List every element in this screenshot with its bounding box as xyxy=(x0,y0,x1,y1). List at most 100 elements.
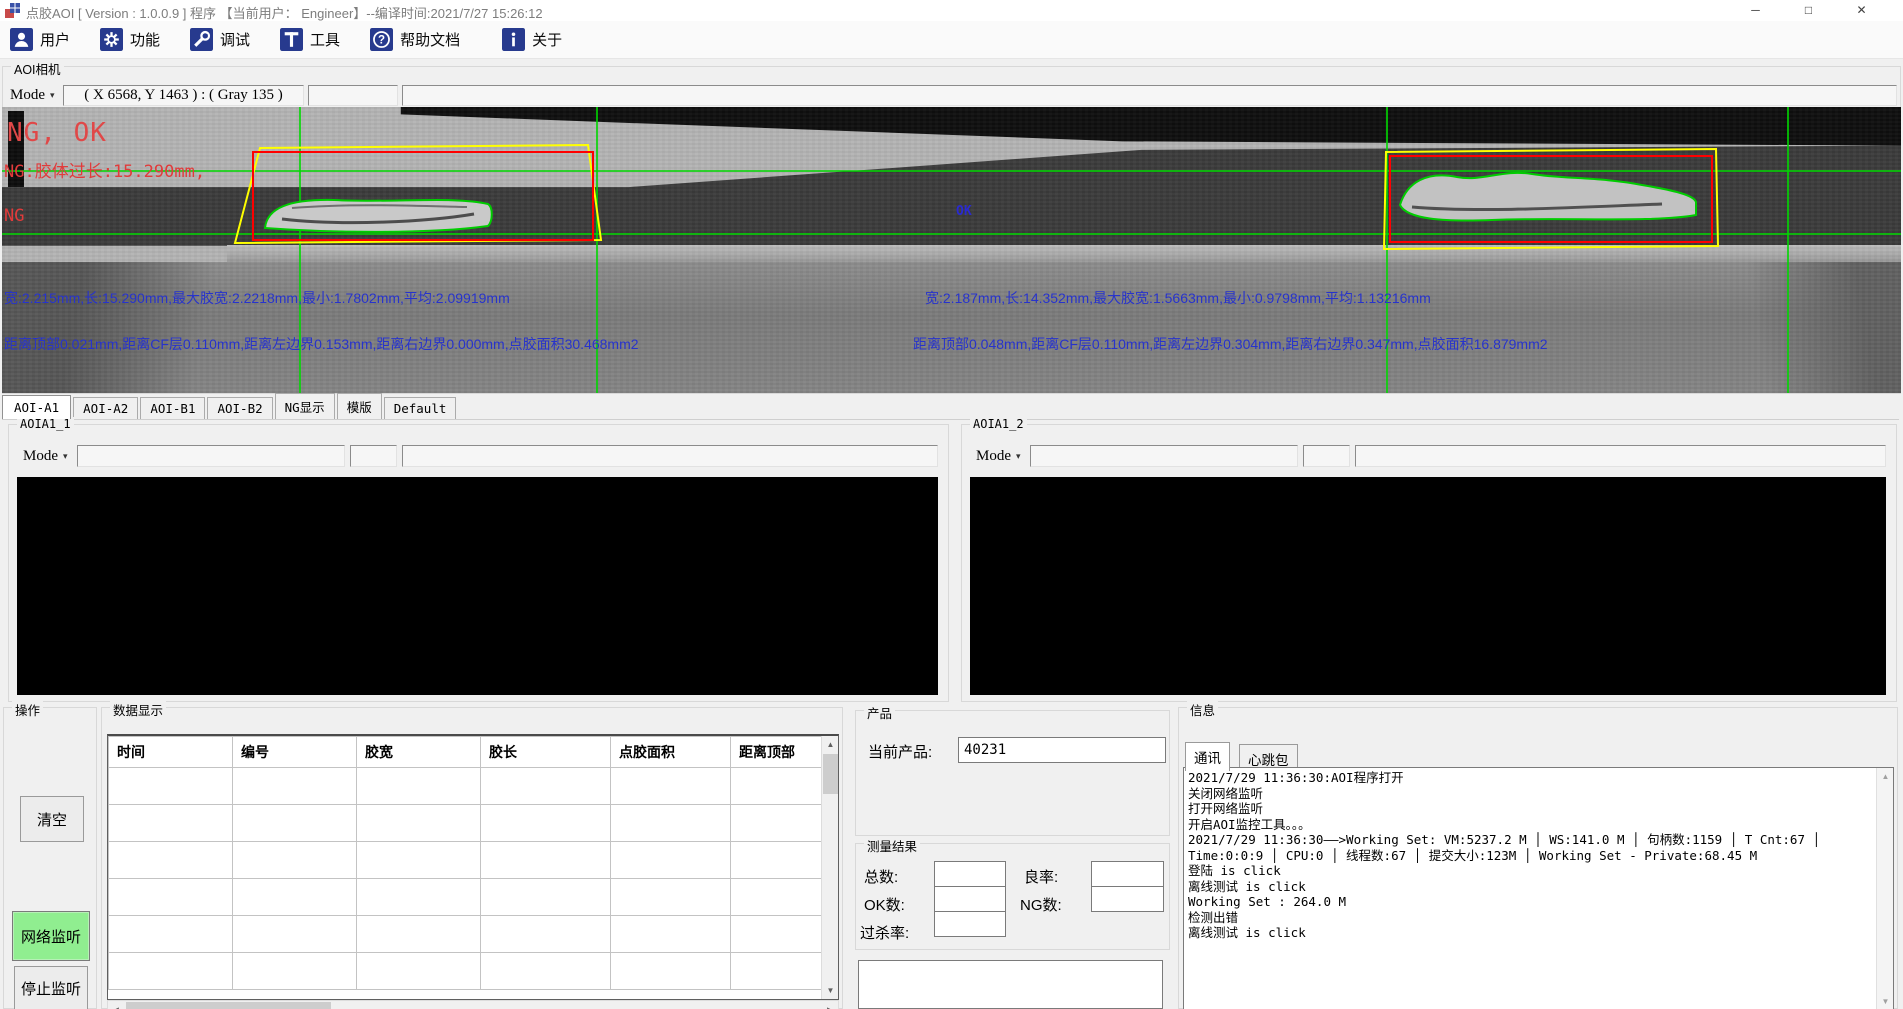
table-row[interactable] xyxy=(109,805,824,842)
tab-default[interactable]: Default xyxy=(384,397,457,419)
table-cell[interactable] xyxy=(731,953,824,990)
table-row[interactable] xyxy=(109,953,824,990)
table-vscroll-thumb[interactable] xyxy=(823,754,838,794)
table-cell[interactable] xyxy=(731,842,824,879)
tab-comm[interactable]: 通讯 xyxy=(1185,742,1230,771)
table-cell[interactable] xyxy=(611,953,731,990)
tab-aoi-b1[interactable]: AOI-B1 xyxy=(140,397,205,419)
total-field[interactable] xyxy=(934,861,1006,887)
scroll-left-icon[interactable]: ◄ xyxy=(108,1001,125,1009)
stop-listen-button[interactable]: 停止监听 xyxy=(14,966,88,1009)
camera-coords-field[interactable]: ( X 6568, Y 1463 ) : ( Gray 135 ) xyxy=(63,85,304,106)
clear-button[interactable]: 清空 xyxy=(20,796,84,842)
camera-mode-dropdown[interactable]: Mode ▾ xyxy=(6,85,60,106)
camera-field-3[interactable] xyxy=(402,85,1897,106)
table-row[interactable] xyxy=(109,916,824,953)
scroll-up-icon[interactable]: ▲ xyxy=(822,736,839,753)
table-cell[interactable] xyxy=(731,916,824,953)
table-row[interactable] xyxy=(109,842,824,879)
table-cell[interactable] xyxy=(731,805,824,842)
tab-ng-display[interactable]: NG显示 xyxy=(275,393,335,419)
table-cell[interactable] xyxy=(611,916,731,953)
table-cell[interactable] xyxy=(611,768,731,805)
camera-view[interactable]: NG, OK NG:胶体过长:15.290mm, NG OK 宽:2.215mm… xyxy=(2,107,1901,393)
ng-count-field[interactable] xyxy=(1091,886,1164,912)
col-glue-width[interactable]: 胶宽 xyxy=(357,737,481,768)
overkill-field[interactable] xyxy=(934,911,1006,937)
panel2-canvas[interactable] xyxy=(970,477,1886,695)
col-dist-top[interactable]: 距离顶部 xyxy=(731,737,824,768)
table-cell[interactable] xyxy=(611,879,731,916)
table-cell[interactable] xyxy=(233,768,357,805)
panel1-mode-dropdown[interactable]: Mode ▾ xyxy=(19,445,71,467)
panel2-field-1[interactable] xyxy=(1030,445,1298,467)
scroll-right-icon[interactable]: ► xyxy=(821,1001,838,1009)
toolbar-item-about[interactable]: 关于 xyxy=(502,28,562,51)
panel1-field-3[interactable] xyxy=(402,445,938,467)
panel1-canvas[interactable] xyxy=(17,477,938,695)
table-cell[interactable] xyxy=(611,805,731,842)
table-cell[interactable] xyxy=(357,916,481,953)
table-cell[interactable] xyxy=(109,879,233,916)
panel1-field-1[interactable] xyxy=(77,445,345,467)
ok-count-field[interactable] xyxy=(934,886,1006,912)
table-cell[interactable] xyxy=(731,768,824,805)
panel2-mode-dropdown[interactable]: Mode ▾ xyxy=(972,445,1024,467)
toolbar-item-function[interactable]: 功能 xyxy=(100,28,160,51)
col-time[interactable]: 时间 xyxy=(109,737,233,768)
scroll-down-icon[interactable]: ▼ xyxy=(822,982,839,999)
col-id[interactable]: 编号 xyxy=(233,737,357,768)
table-cell[interactable] xyxy=(233,805,357,842)
panel2-field-2[interactable] xyxy=(1303,445,1350,467)
product-note-box[interactable] xyxy=(858,960,1163,1009)
table-cell[interactable] xyxy=(109,805,233,842)
table-cell[interactable] xyxy=(731,879,824,916)
table-cell[interactable] xyxy=(481,916,611,953)
table-cell[interactable] xyxy=(357,879,481,916)
log-scrollbar[interactable]: ▲ ▼ xyxy=(1876,768,1893,1009)
close-icon[interactable]: ✕ xyxy=(1838,0,1885,21)
toolbar-item-debug[interactable]: 调试 xyxy=(190,28,250,51)
table-cell[interactable] xyxy=(233,916,357,953)
toolbar-item-user[interactable]: 用户 xyxy=(10,28,70,51)
scroll-down-icon[interactable]: ▼ xyxy=(1877,993,1894,1009)
table-hscroll-thumb[interactable] xyxy=(126,1002,331,1009)
table-cell[interactable] xyxy=(481,879,611,916)
camera-field-2[interactable] xyxy=(308,85,398,106)
toolbar-item-tools[interactable]: 工具 xyxy=(280,28,340,51)
table-cell[interactable] xyxy=(233,879,357,916)
scroll-up-icon[interactable]: ▲ xyxy=(1877,768,1894,785)
table-cell[interactable] xyxy=(233,842,357,879)
tab-aoi-a2[interactable]: AOI-A2 xyxy=(73,397,138,419)
table-cell[interactable] xyxy=(109,842,233,879)
col-glue-area[interactable]: 点胶面积 xyxy=(611,737,731,768)
log-box[interactable]: 2021/7/29 11:36:30:AOI程序打开关闭网络监听打开网络监听开启… xyxy=(1183,767,1894,1009)
table-row[interactable] xyxy=(109,879,824,916)
table-cell[interactable] xyxy=(357,768,481,805)
table-row[interactable] xyxy=(109,768,824,805)
table-cell[interactable] xyxy=(109,768,233,805)
maximize-icon[interactable]: □ xyxy=(1785,0,1832,21)
table-cell[interactable] xyxy=(357,953,481,990)
table-vscrollbar[interactable]: ▲ ▼ xyxy=(821,736,838,999)
table-cell[interactable] xyxy=(233,953,357,990)
minimize-icon[interactable]: ─ xyxy=(1732,0,1779,21)
table-cell[interactable] xyxy=(611,842,731,879)
tab-aoi-b2[interactable]: AOI-B2 xyxy=(207,397,272,419)
toolbar-item-help[interactable]: ? 帮助文档 xyxy=(370,28,460,51)
table-cell[interactable] xyxy=(481,768,611,805)
col-glue-length[interactable]: 胶长 xyxy=(481,737,611,768)
table-cell[interactable] xyxy=(357,842,481,879)
tab-template[interactable]: 模版 xyxy=(337,393,382,419)
current-product-field[interactable]: 40231 xyxy=(958,737,1166,763)
table-hscrollbar[interactable]: ◄ ► xyxy=(107,1000,839,1009)
panel1-field-2[interactable] xyxy=(350,445,397,467)
table-cell[interactable] xyxy=(481,805,611,842)
table-cell[interactable] xyxy=(481,842,611,879)
table-cell[interactable] xyxy=(481,953,611,990)
panel2-field-3[interactable] xyxy=(1355,445,1886,467)
network-listen-button[interactable]: 网络监听 xyxy=(12,911,90,961)
yield-field[interactable] xyxy=(1091,861,1164,887)
table-cell[interactable] xyxy=(109,916,233,953)
tab-aoi-a1[interactable]: AOI-A1 xyxy=(2,395,71,419)
